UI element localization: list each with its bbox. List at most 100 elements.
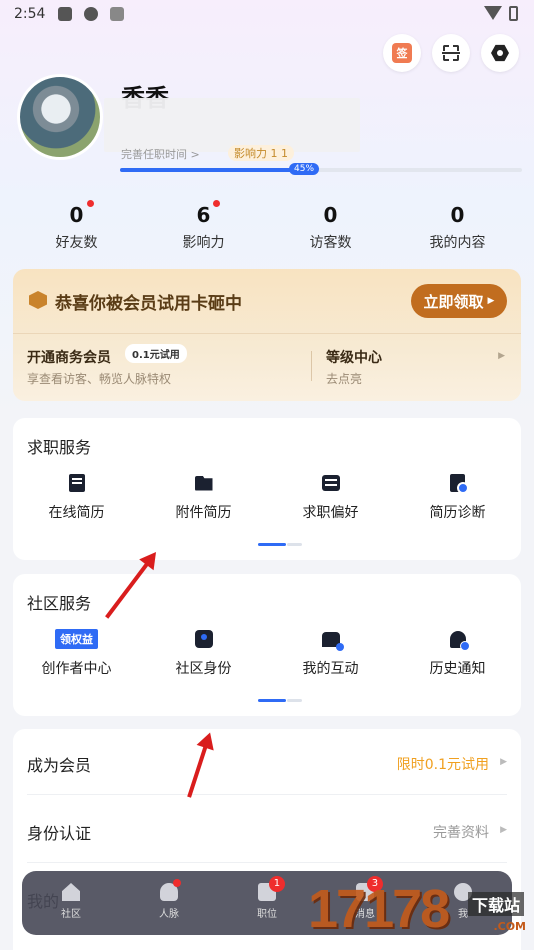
community-services-card: 社区服务 领权益 创作者中心 社区身份 我的互动 历史通知 [13, 574, 521, 716]
folder-icon [194, 475, 213, 491]
watermark-logo: 17178 下载站 .COM [308, 878, 534, 950]
item-label: 历史通知 [429, 661, 486, 677]
trial-tag: 0.1元试用 [125, 344, 187, 363]
member-card: 恭喜你被会员试用卡砸中 立即领取 ▶ 开通商务会员 0.1元试用 享查看访客、畅… [13, 269, 521, 401]
benefit-badge: 领权益 [55, 629, 98, 649]
red-dot [87, 200, 94, 207]
tab-label: 社区 [61, 909, 81, 920]
scan-button[interactable] [432, 34, 470, 72]
crown-icon [29, 291, 47, 309]
job-preference-item[interactable]: 求职偏好 [267, 470, 394, 522]
stat-value: 0 [450, 203, 465, 227]
home-icon [62, 883, 80, 901]
wifi-icon [484, 6, 502, 20]
community-identity-item[interactable]: 社区身份 [140, 626, 267, 678]
business-member-title[interactable]: 开通商务会员 [27, 347, 111, 367]
bell-icon [449, 630, 470, 651]
page-indicator-inactive [287, 543, 302, 546]
stat-label: 影响力 [182, 235, 225, 251]
red-dot [172, 879, 181, 887]
status-time: 2:54 [14, 6, 46, 22]
stat-label: 访客数 [309, 235, 352, 251]
profile-hint[interactable]: 完善任职时间 > [121, 146, 200, 162]
tab-community[interactable]: 社区 [22, 871, 120, 935]
stat-value: 0 [323, 203, 338, 227]
item-label: 在线简历 [48, 505, 105, 521]
level-center-title[interactable]: 等级中心 [326, 347, 382, 367]
business-member-desc: 享查看访客、畅览人脉特权 [27, 372, 172, 386]
row-value: 完善资料 [433, 825, 489, 841]
tab-label: 职位 [257, 909, 277, 920]
attachment-resume-item[interactable]: 附件简历 [140, 470, 267, 522]
chevron-right-icon: ▶ [500, 757, 507, 767]
notification-icon [58, 7, 72, 21]
list-row-verification[interactable]: 身份认证 完善资料 ▶ [27, 797, 507, 863]
item-label: 求职偏好 [302, 505, 359, 521]
status-bar: 2:54 [0, 0, 534, 28]
divider [311, 351, 312, 381]
page-indicator-active [258, 699, 286, 702]
stat-friends[interactable]: 0 好友数 [13, 200, 140, 256]
influence-tag[interactable]: 影响力 1 1 [228, 145, 294, 161]
sliders-icon [321, 475, 340, 491]
stats-row: 0 好友数 6 影响力 0 访客数 0 我的内容 [13, 200, 521, 256]
scan-icon [442, 45, 460, 61]
claim-button-label: 立即领取 [423, 292, 484, 311]
online-resume-item[interactable]: 在线简历 [13, 470, 140, 522]
sign-in-button[interactable]: 签 [383, 34, 421, 72]
stat-my-content[interactable]: 0 我的内容 [394, 200, 521, 256]
page-indicator [258, 543, 302, 546]
chevron-right-icon: ▶ [498, 351, 505, 361]
community-services-grid: 领权益 创作者中心 社区身份 我的互动 历史通知 [13, 626, 521, 678]
item-label: 社区身份 [175, 661, 232, 677]
history-notifications-item[interactable]: 历史通知 [394, 626, 521, 678]
chat-icon [321, 631, 344, 651]
row-label: 成为会员 [27, 756, 92, 775]
section-title: 社区服务 [27, 594, 92, 613]
watermark-label: 下载站 [467, 892, 524, 916]
settings-icon [491, 44, 509, 62]
chevron-right-icon: ▶ [487, 296, 495, 306]
settings-button[interactable] [481, 34, 519, 72]
id-card-icon [194, 630, 213, 648]
watermark-number: 17178 [308, 879, 450, 939]
watermark-domain: .COM [493, 920, 526, 933]
job-services-card: 求职服务 在线简历 附件简历 求职偏好 简历诊断 [13, 418, 521, 560]
diagnosis-icon [450, 474, 469, 494]
page-indicator-active [258, 543, 286, 546]
page-indicator-inactive [287, 699, 302, 702]
blurred-info [104, 98, 360, 152]
resume-icon [68, 474, 85, 492]
item-label: 简历诊断 [429, 505, 486, 521]
member-title: 恭喜你被会员试用卡砸中 [55, 294, 242, 314]
avatar[interactable] [17, 74, 103, 160]
tab-connections[interactable]: 人脉 [120, 871, 218, 935]
resume-diagnosis-item[interactable]: 简历诊断 [394, 470, 521, 522]
progress-percent: 45% [289, 163, 320, 175]
stat-label: 好友数 [55, 235, 98, 251]
claim-button[interactable]: 立即领取 ▶ [411, 284, 507, 318]
app-notification-icon [84, 7, 98, 21]
stat-label: 我的内容 [429, 235, 486, 251]
creator-center-item[interactable]: 领权益 创作者中心 [13, 626, 140, 678]
row-label: 身份认证 [27, 824, 92, 843]
item-label: 创作者中心 [41, 661, 112, 677]
stat-influence[interactable]: 6 影响力 [140, 200, 267, 256]
sign-in-icon: 签 [392, 43, 412, 63]
tab-jobs[interactable]: 职位 1 [218, 871, 316, 935]
list-row-membership[interactable]: 成为会员 限时0.1元试用 ▶ [27, 729, 507, 795]
tab-label: 人脉 [159, 909, 179, 920]
stat-value: 6 [196, 203, 211, 227]
stat-visitors[interactable]: 0 访客数 [267, 200, 394, 256]
row-value: 限时0.1元试用 [396, 757, 489, 773]
item-label: 附件简历 [175, 505, 232, 521]
level-center-desc: 去点亮 [326, 372, 363, 386]
profile-progress-fill [120, 168, 301, 172]
section-title: 求职服务 [27, 438, 92, 457]
my-interactions-item[interactable]: 我的互动 [267, 626, 394, 678]
divider [13, 333, 521, 334]
tab-badge: 1 [268, 876, 285, 892]
keyboard-icon [110, 7, 124, 21]
stat-value: 0 [69, 203, 84, 227]
job-services-grid: 在线简历 附件简历 求职偏好 简历诊断 [13, 470, 521, 522]
